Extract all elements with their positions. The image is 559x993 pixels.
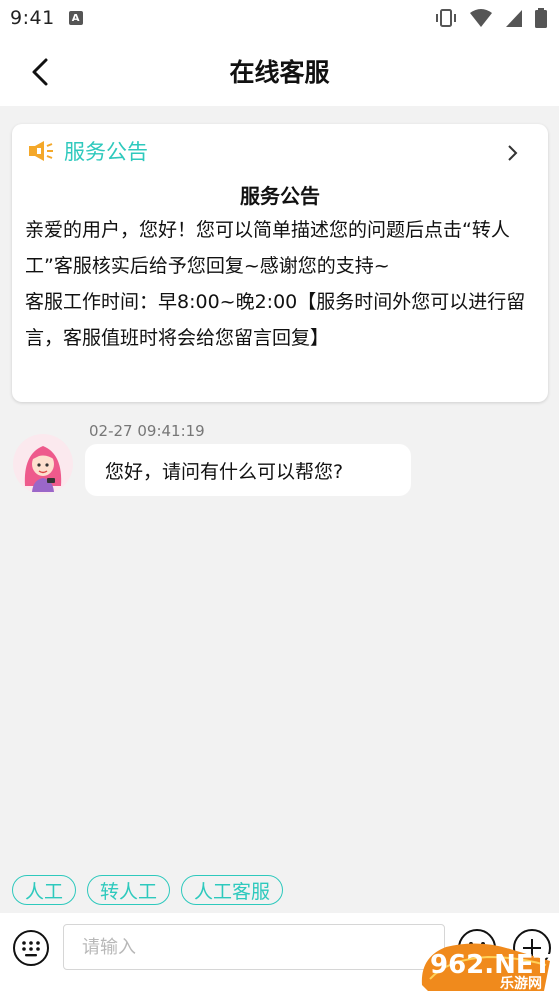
- chevron-left-icon: [32, 58, 48, 86]
- header: 在线客服: [0, 36, 559, 106]
- notice-paragraph: 亲爱的用户，您好！您可以简单描述您的问题后点击“转人工”客服核实后给予您回复~感…: [25, 219, 510, 277]
- message-input[interactable]: [63, 924, 445, 970]
- notice-card[interactable]: 服务公告 服务公告 亲爱的用户，您好！您可以简单描述您的问题后点击“转人工”客服…: [12, 124, 548, 402]
- battery-icon: [535, 8, 547, 28]
- notice-header: 服务公告: [28, 136, 148, 166]
- quick-reply-chip[interactable]: 人工: [12, 875, 77, 905]
- watermark-text-bottom: 乐游网: [500, 975, 542, 992]
- agent-avatar: [13, 434, 73, 494]
- notification-icon: A: [68, 11, 83, 25]
- notice-paragraph: 客服工作时间：早8:00~晚2:00【服务时间外您可以进行留言，客服值班时将会给…: [25, 291, 526, 349]
- notice-label: 服务公告: [64, 140, 148, 164]
- message-timestamp: 02-27 09:41:19: [89, 422, 205, 440]
- quick-reply-chip[interactable]: 人工客服: [181, 875, 284, 905]
- status-bar: 9:41 A: [0, 0, 559, 36]
- chevron-right-icon[interactable]: [506, 144, 518, 162]
- status-time: 9:41: [10, 7, 55, 29]
- message-bubble: 您好，请问有什么可以帮您?: [85, 444, 411, 496]
- keyboard-icon[interactable]: [12, 929, 50, 967]
- quick-replies: 人工 转人工 人工客服: [12, 875, 284, 905]
- page-title: 在线客服: [229, 58, 330, 87]
- quick-reply-chip[interactable]: 转人工: [87, 875, 171, 905]
- status-icons: [435, 8, 547, 28]
- vibrate-icon: [436, 9, 456, 27]
- megaphone-icon: [29, 141, 53, 161]
- wifi-icon: [470, 9, 492, 27]
- message-text: 您好，请问有什么可以帮您?: [105, 460, 344, 483]
- notice-title: 服务公告: [240, 184, 320, 208]
- back-button[interactable]: [22, 54, 58, 90]
- notice-body: 亲爱的用户，您好！您可以简单描述您的问题后点击“转人工”客服核实后给予您回复~感…: [25, 212, 535, 356]
- watermark-logo: 962.NET 乐游网: [421, 943, 552, 992]
- cell-signal-icon: [506, 10, 522, 27]
